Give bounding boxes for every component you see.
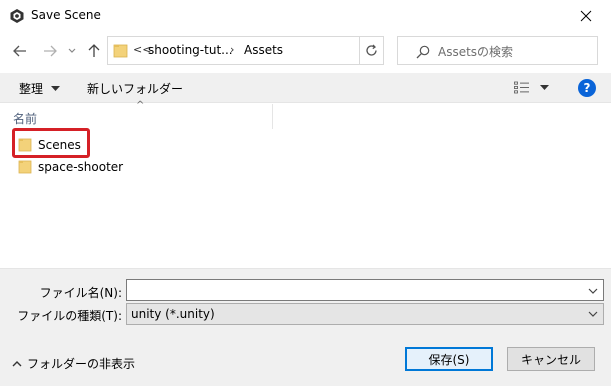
chevron-up-icon xyxy=(12,361,22,367)
up-button[interactable] xyxy=(84,40,104,62)
filename-label: ファイル名(N): xyxy=(39,286,122,300)
refresh-icon xyxy=(365,44,377,56)
search-icon xyxy=(416,45,430,59)
search-box[interactable]: Assetsの検索 xyxy=(397,36,598,65)
window-title: Save Scene xyxy=(31,8,101,22)
list-item-label: space-shooter xyxy=(38,160,124,174)
save-button[interactable]: 保存(S) xyxy=(405,347,493,371)
refresh-button[interactable] xyxy=(359,37,382,64)
toolbar: 整理 新しいフォルダー ? xyxy=(0,73,611,103)
caret-down-icon xyxy=(51,85,61,91)
cancel-button[interactable]: キャンセル xyxy=(507,347,595,371)
arrow-right-icon xyxy=(44,45,57,57)
column-divider[interactable] xyxy=(272,104,273,129)
unity-icon xyxy=(10,9,24,23)
organize-button[interactable]: 整理 xyxy=(19,80,61,97)
search-placeholder[interactable]: Assetsの検索 xyxy=(438,43,513,60)
folder-icon xyxy=(18,160,32,174)
annotation-highlight-box xyxy=(12,128,90,158)
title-bar: Save Scene xyxy=(0,0,611,32)
address-segment-current[interactable]: Assets xyxy=(244,43,283,57)
help-button[interactable]: ? xyxy=(578,79,596,97)
file-list[interactable] xyxy=(6,104,604,266)
recent-locations-button[interactable] xyxy=(66,40,78,62)
forward-button[interactable] xyxy=(40,40,60,62)
close-icon xyxy=(580,10,592,22)
filetype-select[interactable]: unity (*.unity) xyxy=(126,303,604,325)
details-view-icon xyxy=(514,81,529,94)
column-header-name[interactable]: 名前 xyxy=(13,110,37,127)
arrow-left-icon xyxy=(13,45,26,57)
sort-ascending-icon: ^ xyxy=(136,100,145,111)
filename-input[interactable] xyxy=(126,279,604,301)
list-item[interactable]: space-shooter xyxy=(18,158,123,176)
chevron-down-icon[interactable] xyxy=(587,284,599,298)
caret-down-icon xyxy=(540,84,549,90)
back-button[interactable] xyxy=(10,40,30,62)
address-bar[interactable]: << shooting-tut... › Assets xyxy=(107,36,448,65)
chevron-down-icon xyxy=(588,311,598,317)
address-segment-parent[interactable]: shooting-tut... xyxy=(148,43,233,57)
filetype-value: unity (*.unity) xyxy=(131,307,215,321)
filetype-label: ファイルの種類(T): xyxy=(17,309,122,323)
organize-label: 整理 xyxy=(19,82,44,96)
view-options-button[interactable] xyxy=(514,81,549,94)
hide-folders-toggle[interactable]: フォルダーの非表示 xyxy=(12,355,135,372)
arrow-up-icon xyxy=(88,44,100,57)
hide-folders-label: フォルダーの非表示 xyxy=(27,357,136,371)
chevron-down-icon xyxy=(68,48,76,53)
chevron-right-icon[interactable]: › xyxy=(230,43,234,56)
folder-icon xyxy=(113,44,128,58)
new-folder-button[interactable]: 新しいフォルダー xyxy=(87,80,183,97)
close-button[interactable] xyxy=(563,0,609,32)
